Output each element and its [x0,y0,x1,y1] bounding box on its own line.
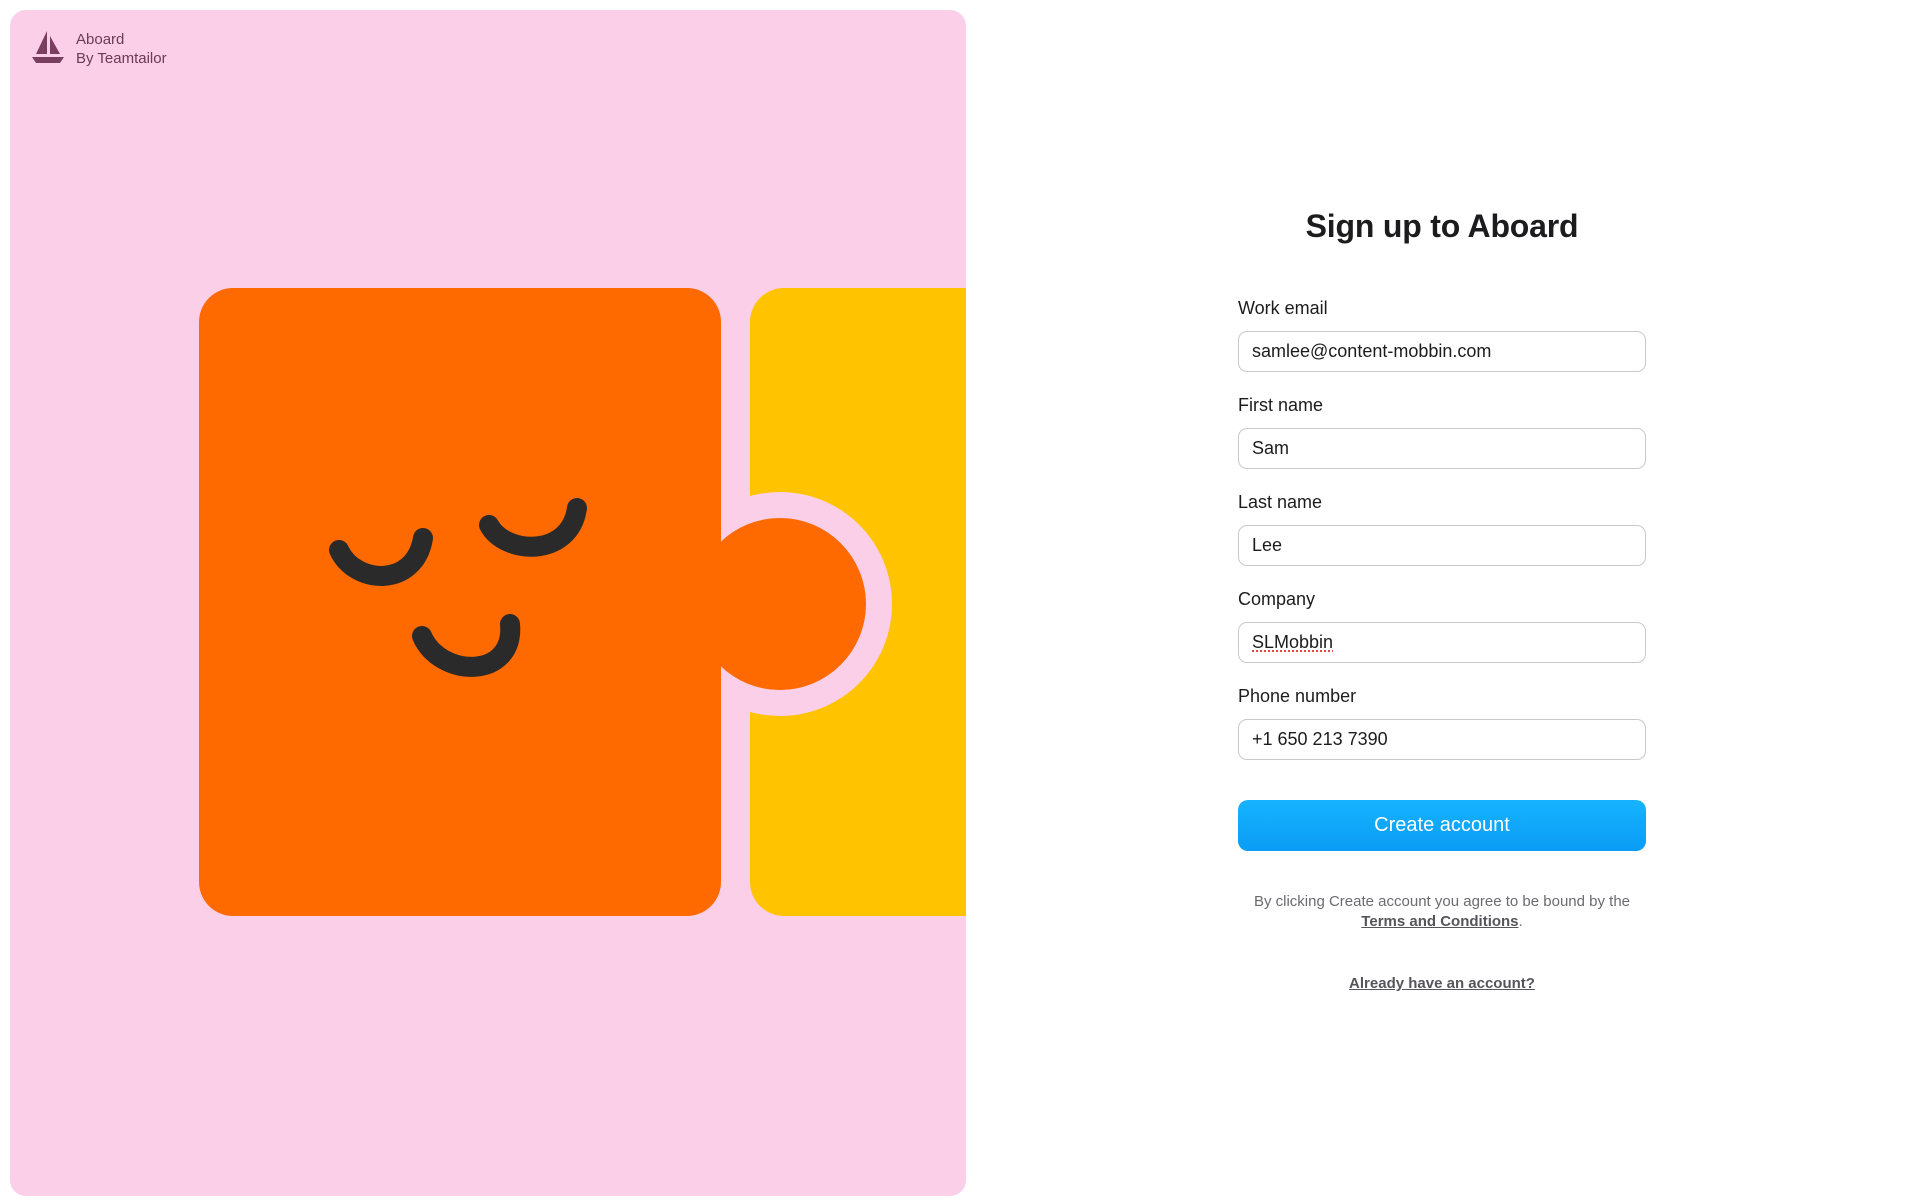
first-name-input[interactable] [1238,428,1646,469]
work-email-field-group: Work email [1238,297,1646,372]
work-email-label: Work email [1238,298,1328,318]
company-input[interactable] [1238,622,1646,663]
sailboat-icon [32,31,64,63]
work-email-input[interactable] [1238,331,1646,372]
phone-number-input[interactable] [1238,719,1646,760]
orange-puzzle-piece [199,288,721,916]
puzzle-illustration [199,288,966,916]
company-field-group: Company [1238,588,1646,663]
brand-byline: By Teamtailor [76,50,167,67]
last-name-input[interactable] [1238,525,1646,566]
phone-number-field-group: Phone number [1238,685,1646,760]
terms-notice-period: . [1518,913,1523,930]
brand-name: Aboard [76,31,125,48]
page-title: Sign up to Aboard [1305,208,1579,244]
last-name-label: Last name [1238,492,1323,512]
first-name-field-group: First name [1238,394,1646,469]
last-name-field-group: Last name [1238,491,1646,566]
create-account-button[interactable]: Create account [1238,800,1646,851]
first-name-label: First name [1238,395,1324,415]
phone-number-label: Phone number [1238,686,1357,706]
company-label: Company [1238,589,1316,609]
brand-text: Aboard By Teamtailor [76,30,167,68]
orange-puzzle-knob [694,518,866,690]
signup-page: Aboard By Teamtailor Sign up to Aboard W… [0,0,1920,1200]
terms-notice: By clicking Create account you agree to … [1238,892,1646,932]
illustration-panel: Aboard By Teamtailor [10,10,966,1196]
sign-in-link[interactable]: Already have an account? [1238,975,1646,992]
terms-link[interactable]: Terms and Conditions [1361,913,1518,930]
brand-header: Aboard By Teamtailor [30,28,167,68]
terms-notice-text: By clicking Create account you agree to … [1253,893,1631,910]
